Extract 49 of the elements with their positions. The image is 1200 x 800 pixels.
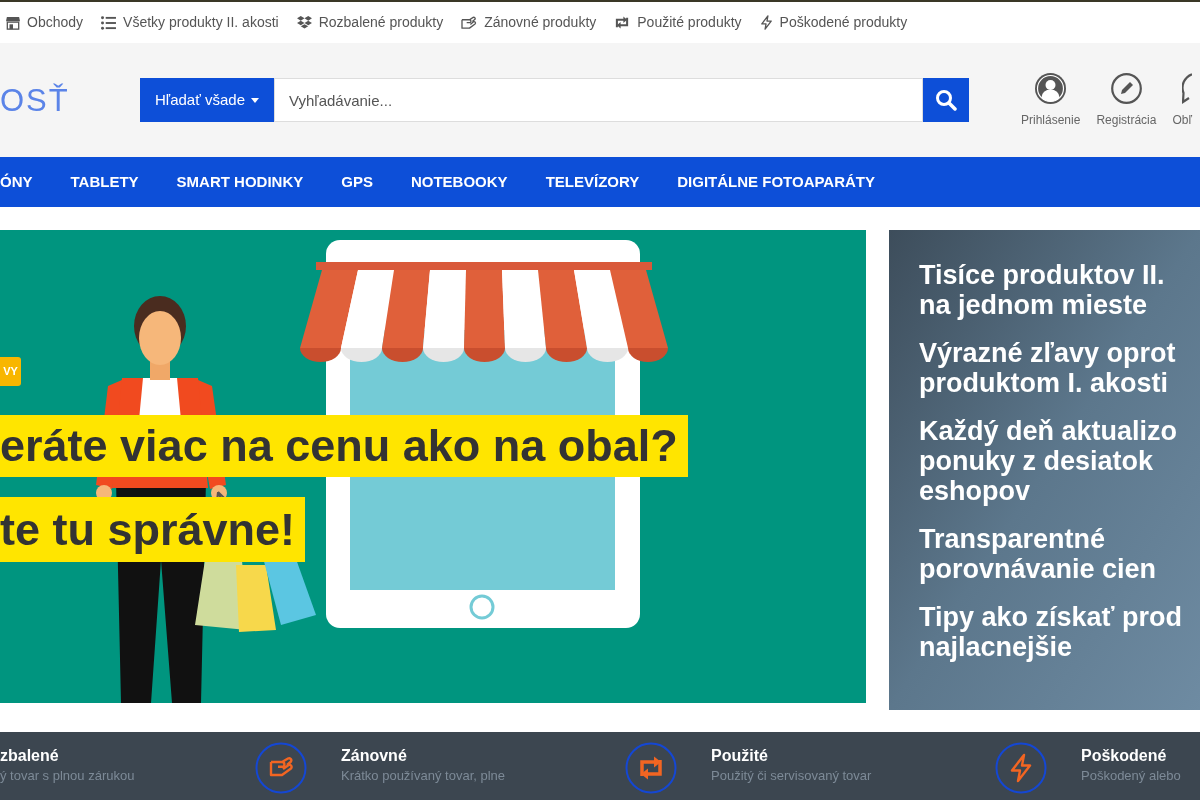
arc-icon <box>1181 73 1192 104</box>
benefit-text: Transparentné porovnávanie cien <box>919 524 1158 584</box>
bolt-icon <box>995 742 1047 794</box>
category-description: ý tovar s plnou zárukou <box>0 767 135 785</box>
benefit-text: Každý deň aktualizo ponuky z desiatok eshopov <box>919 416 1179 506</box>
search-icon <box>935 89 957 111</box>
account-link[interactable]: Registrácia <box>1096 73 1157 129</box>
account-link[interactable]: Obľ <box>1172 73 1192 129</box>
banner-headline: te tu správne! <box>0 497 306 562</box>
nav-link[interactable]: GPS <box>341 170 373 194</box>
top-link[interactable]: Rozbalené produkty <box>296 12 444 33</box>
account-link[interactable]: Prihlásenie <box>1021 73 1081 129</box>
diamonds-icon <box>296 15 312 30</box>
nav-link[interactable]: DIGITÁLNE FOTOAPARÁTY <box>677 170 876 194</box>
benefit-text: Tipy ako získať prod najlacnejšie <box>919 602 1183 662</box>
search-scope-dropdown[interactable]: Hľadať všade <box>140 78 274 122</box>
banner-headline: eráte viac na cenu ako na obal? <box>0 415 688 477</box>
category-title[interactable]: zbalené <box>0 746 135 766</box>
list-icon <box>101 15 117 30</box>
repeat-icon <box>614 16 631 29</box>
top-link[interactable]: Zánovné produkty <box>461 12 597 33</box>
top-link[interactable]: Použité produkty <box>614 12 742 33</box>
category-title[interactable]: Zánovné <box>341 746 506 766</box>
nav-link[interactable]: SMART HODINKY <box>176 170 304 194</box>
category-title[interactable]: Poškodené <box>1081 746 1181 766</box>
category-description: Poškodený alebo <box>1081 767 1181 785</box>
search-field[interactable]: Vyhľadávanie... <box>274 78 923 122</box>
top-link[interactable]: Obchody <box>6 12 84 33</box>
category-title[interactable]: Použité <box>711 746 872 766</box>
nav-link[interactable]: NOTEBOOKY <box>410 170 508 194</box>
benefit-text: Výrazné zľavy oprot produktom I. akosti <box>919 338 1177 398</box>
repeat-icon <box>625 742 677 794</box>
nav-link[interactable]: ÓNY <box>0 170 33 194</box>
user-icon <box>1035 73 1067 104</box>
search-button[interactable] <box>923 78 969 122</box>
bolt-icon <box>759 15 773 30</box>
top-link[interactable]: Poškodené produkty <box>759 12 908 33</box>
benefit-text: Tisíce produktov II. na jednom mieste <box>919 260 1166 320</box>
caret-icon <box>251 97 260 103</box>
nav-link[interactable]: TABLETY <box>70 170 139 194</box>
hand-icon <box>255 742 307 794</box>
category-description: Krátko používaný tovar, plne <box>341 767 506 785</box>
pencil-icon <box>1110 73 1142 104</box>
store-icon <box>6 15 20 30</box>
top-link[interactable]: Všetky produkty II. akosti <box>101 12 279 33</box>
category-description: Použitý či servisovaný tovar <box>711 767 872 785</box>
promo-badge: VY <box>0 357 21 386</box>
nav-link[interactable]: TELEVÍZORY <box>545 170 640 194</box>
hand-icon <box>461 15 478 30</box>
